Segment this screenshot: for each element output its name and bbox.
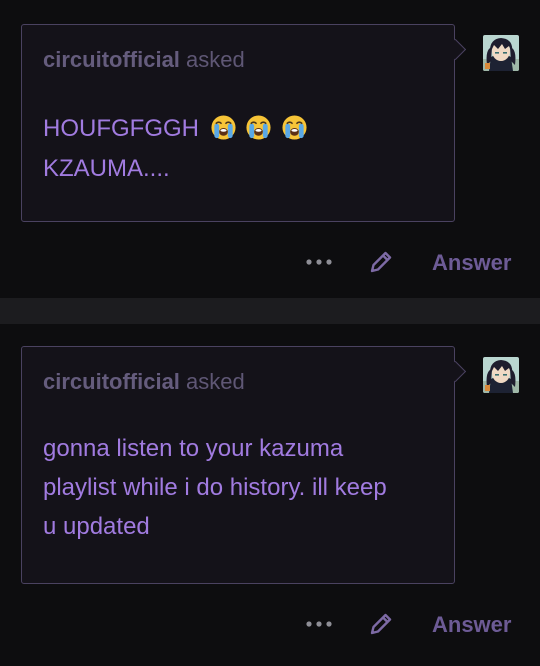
question-bubble: circuitofficial asked HOUFGFGGH KZAUMA..… bbox=[21, 24, 455, 222]
asked-label: asked bbox=[186, 47, 245, 72]
question-line: HOUFGFGGH bbox=[43, 115, 199, 142]
answer-button[interactable]: Answer bbox=[432, 250, 511, 276]
more-horizontal-icon[interactable] bbox=[303, 254, 335, 270]
question-line: KZAUMA.... bbox=[43, 155, 170, 183]
post-actions: Answer bbox=[0, 242, 540, 282]
crying-face-emoji-icon bbox=[282, 115, 307, 140]
pencil-icon[interactable] bbox=[367, 248, 395, 276]
ask-post: circuitofficial asked HOUFGFGGH KZAUMA..… bbox=[0, 0, 540, 298]
avatar[interactable] bbox=[483, 357, 519, 393]
avatar-image bbox=[483, 35, 519, 71]
avatar[interactable] bbox=[483, 35, 519, 71]
question-text: gonna listen to your kazuma playlist whi… bbox=[43, 429, 439, 546]
question-text: HOUFGFGGH KZAUMA.... bbox=[43, 109, 439, 188]
ask-post: circuitofficial asked gonna listen to yo… bbox=[0, 324, 540, 666]
question-line: gonna listen to your kazuma bbox=[43, 435, 344, 462]
asker-line: circuitofficial asked bbox=[43, 47, 245, 73]
crying-face-emoji-icon bbox=[246, 115, 271, 140]
post-separator bbox=[0, 298, 540, 324]
crying-emoji-group bbox=[210, 110, 310, 149]
answer-button[interactable]: Answer bbox=[432, 612, 511, 638]
question-bubble: circuitofficial asked gonna listen to yo… bbox=[21, 346, 455, 584]
question-line: u updated bbox=[43, 513, 150, 540]
avatar-image bbox=[483, 357, 519, 393]
more-horizontal-icon[interactable] bbox=[303, 616, 335, 632]
post-actions: Answer bbox=[0, 604, 540, 644]
asker-name-link[interactable]: circuitofficial bbox=[43, 369, 180, 394]
asked-label: asked bbox=[186, 369, 245, 394]
asker-line: circuitofficial asked bbox=[43, 369, 245, 395]
pencil-icon[interactable] bbox=[367, 610, 395, 638]
asker-name-link[interactable]: circuitofficial bbox=[43, 47, 180, 72]
crying-face-emoji-icon bbox=[211, 115, 236, 140]
question-line: playlist while i do history. ill keep bbox=[43, 474, 387, 501]
